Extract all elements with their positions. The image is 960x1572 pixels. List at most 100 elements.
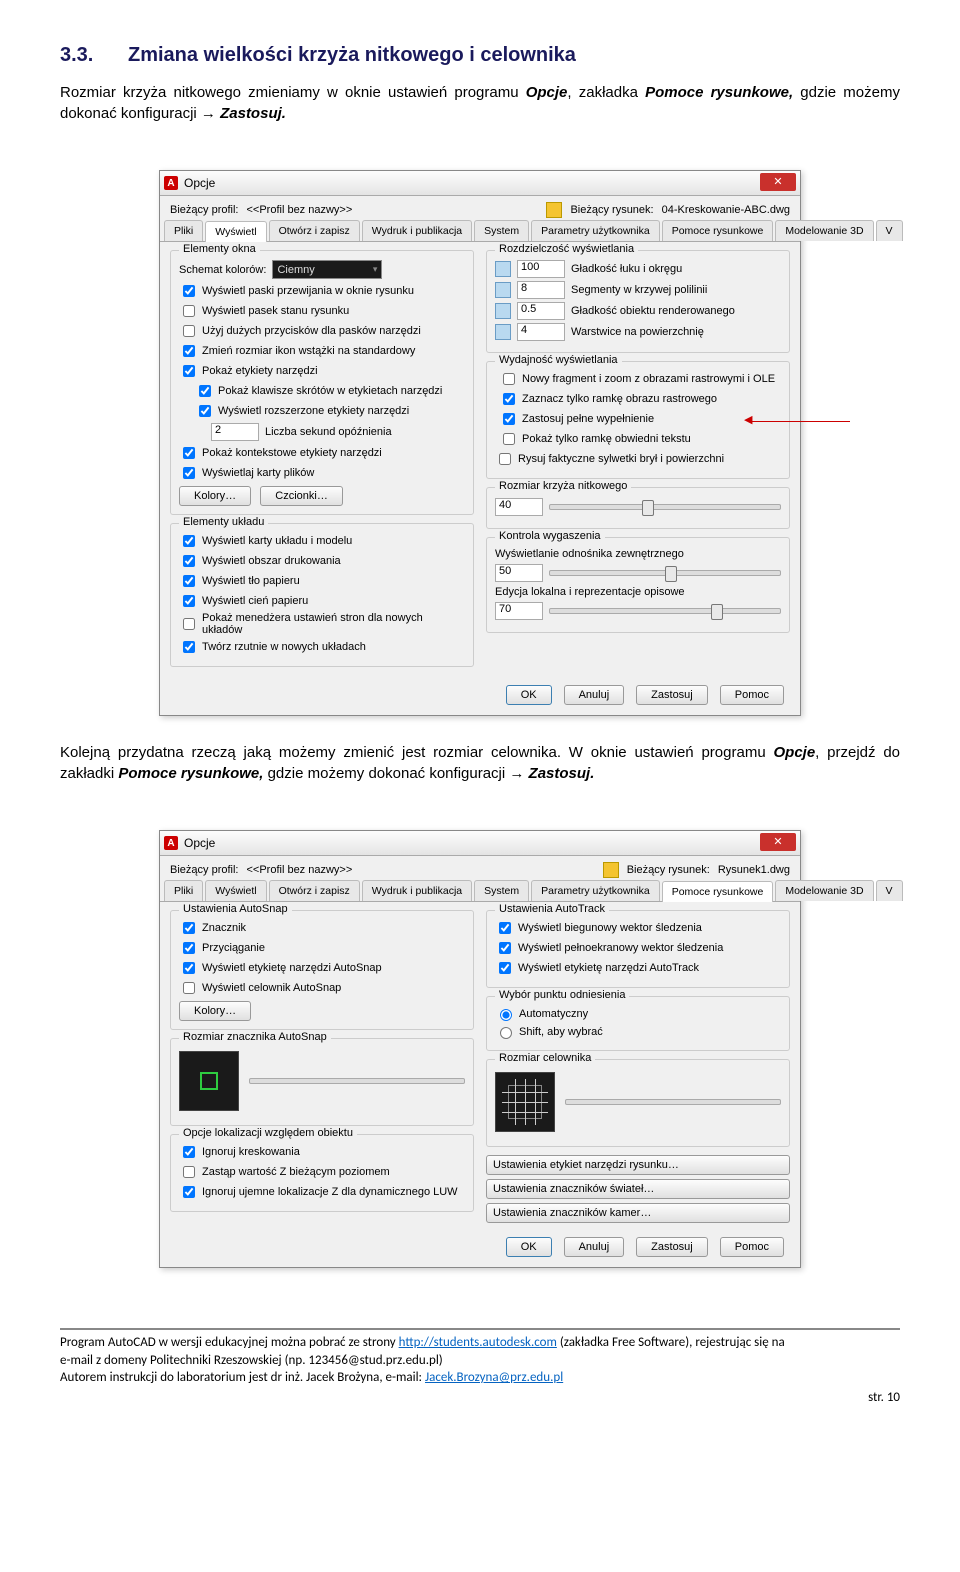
- radio-automatic[interactable]: [500, 1009, 512, 1021]
- chk-silhouettes[interactable]: [499, 453, 511, 465]
- group-resolution: Rozdzielczość wyświetlania 100Gładkość ł…: [486, 250, 790, 353]
- render-input[interactable]: 0.5: [517, 302, 565, 320]
- chk-ribbon-icons[interactable]: [183, 345, 195, 357]
- tab-3d[interactable]: Modelowanie 3D: [775, 220, 873, 241]
- annotation-arrow-icon: ◀: [750, 421, 850, 423]
- tab-drafting[interactable]: Pomoce rysunkowe: [662, 220, 774, 241]
- chk-file-tabs[interactable]: [183, 467, 195, 479]
- light-glyph-settings-button[interactable]: Ustawienia znaczników świateł…: [486, 1179, 790, 1199]
- tab-plot[interactable]: Wydruk i publikacja: [362, 880, 472, 901]
- close-icon[interactable]: ✕: [760, 173, 796, 191]
- contour-input[interactable]: 4: [517, 323, 565, 341]
- chk-shortcuts[interactable]: [199, 385, 211, 397]
- chk-ignore-negz[interactable]: [183, 1186, 195, 1198]
- help-button[interactable]: Pomoc: [720, 685, 784, 705]
- delay-input[interactable]: 2: [211, 423, 259, 441]
- chk-large-buttons[interactable]: [183, 325, 195, 337]
- colors-button[interactable]: Kolory…: [179, 1001, 251, 1021]
- polyline-input[interactable]: 8: [517, 281, 565, 299]
- group-crosshair-size: Rozmiar krzyża nitkowego 40: [486, 487, 790, 529]
- cancel-button[interactable]: Anuluj: [564, 685, 625, 705]
- inplace-fade-input[interactable]: 70: [495, 602, 543, 620]
- chk-as-aperture[interactable]: [183, 982, 195, 994]
- autosnap-size-slider[interactable]: [249, 1078, 465, 1084]
- chk-rollover[interactable]: [183, 447, 195, 459]
- group-aperture-size: Rozmiar celownika: [486, 1059, 790, 1147]
- chk-text-frame[interactable]: [503, 433, 515, 445]
- apply-button[interactable]: Zastosuj: [636, 685, 708, 705]
- help-button[interactable]: Pomoc: [720, 1237, 784, 1257]
- chk-as-tooltip[interactable]: [183, 962, 195, 974]
- chk-status[interactable]: [183, 305, 195, 317]
- tab-open-save[interactable]: Otwórz i zapisz: [269, 220, 360, 241]
- arc-smooth-input[interactable]: 100: [517, 260, 565, 278]
- chk-replace-z[interactable]: [183, 1166, 195, 1178]
- tab-3d[interactable]: Modelowanie 3D: [775, 880, 873, 901]
- fonts-button[interactable]: Czcionki…: [260, 486, 343, 506]
- tab-drafting[interactable]: Pomoce rysunkowe: [662, 881, 774, 902]
- tab-user[interactable]: Parametry użytkownika: [531, 880, 660, 901]
- colors-button[interactable]: Kolory…: [179, 486, 251, 506]
- tab-plot[interactable]: Wydruk i publikacja: [362, 220, 472, 241]
- footer-link-1[interactable]: http://students.autodesk.com: [399, 1335, 557, 1350]
- chk-marker[interactable]: [183, 922, 195, 934]
- chk-page-setup[interactable]: [183, 618, 195, 630]
- tab-display[interactable]: Wyświetl: [205, 221, 266, 242]
- chk-scrollbars[interactable]: [183, 285, 195, 297]
- crosshair-slider[interactable]: [549, 504, 781, 510]
- inplace-fade-slider[interactable]: [549, 608, 781, 614]
- chk-tooltips[interactable]: [183, 365, 195, 377]
- aperture-preview-icon: [495, 1072, 555, 1132]
- section-heading: 3.3.Zmiana wielkości krzyża nitkowego i …: [60, 44, 900, 67]
- res-icon: [495, 282, 511, 298]
- ok-button[interactable]: OK: [506, 685, 552, 705]
- app-icon: A: [164, 836, 178, 850]
- tab-system[interactable]: System: [474, 220, 529, 241]
- apply-button[interactable]: Zastosuj: [636, 1237, 708, 1257]
- chk-print-area[interactable]: [183, 555, 195, 567]
- dialog-title: Opcje: [184, 176, 215, 190]
- tab-more[interactable]: V: [876, 880, 903, 901]
- chk-paper-shadow[interactable]: [183, 595, 195, 607]
- xref-fade-slider[interactable]: [549, 570, 781, 576]
- chk-raster-frame[interactable]: [503, 393, 515, 405]
- page-footer: Program AutoCAD w wersji edukacyjnej moż…: [60, 1328, 900, 1406]
- chk-pan-zoom[interactable]: [503, 373, 515, 385]
- tab-system[interactable]: System: [474, 880, 529, 901]
- app-icon: A: [164, 176, 178, 190]
- chk-at-tooltip[interactable]: [499, 962, 511, 974]
- titlebar: A Opcje ✕: [160, 831, 800, 856]
- chk-ext-tooltips[interactable]: [199, 405, 211, 417]
- ok-button[interactable]: OK: [506, 1237, 552, 1257]
- camera-glyph-settings-button[interactable]: Ustawienia znaczników kamer…: [486, 1203, 790, 1223]
- tab-open-save[interactable]: Otwórz i zapisz: [269, 880, 360, 901]
- tab-display[interactable]: Wyświetl: [205, 880, 266, 901]
- page-number: str. 10: [60, 1389, 900, 1407]
- crosshair-input[interactable]: 40: [495, 498, 543, 516]
- chk-magnet[interactable]: [183, 942, 195, 954]
- color-scheme-select[interactable]: Ciemny▾: [272, 260, 382, 279]
- chk-solid-fill[interactable]: [503, 413, 515, 425]
- aperture-size-slider[interactable]: [565, 1099, 781, 1105]
- chk-polar-track[interactable]: [499, 922, 511, 934]
- chk-viewports[interactable]: [183, 641, 195, 653]
- chk-paper-bg[interactable]: [183, 575, 195, 587]
- xref-fade-input[interactable]: 50: [495, 564, 543, 582]
- chk-layout-tabs[interactable]: [183, 535, 195, 547]
- radio-shift[interactable]: [500, 1027, 512, 1039]
- group-window-elements: Elementy okna Schemat kolorów: Ciemny▾ W…: [170, 250, 474, 515]
- chk-ignore-hatch[interactable]: [183, 1146, 195, 1158]
- group-autosnap: Ustawienia AutoSnap Znacznik Przyciągani…: [170, 910, 474, 1030]
- tab-user[interactable]: Parametry użytkownika: [531, 220, 660, 241]
- tab-files[interactable]: Pliki: [164, 220, 203, 241]
- drafting-tooltip-settings-button[interactable]: Ustawienia etykiet narzędzi rysunku…: [486, 1155, 790, 1175]
- tab-files[interactable]: Pliki: [164, 880, 203, 901]
- group-autosnap-size: Rozmiar znacznika AutoSnap: [170, 1038, 474, 1126]
- tab-more[interactable]: V: [876, 220, 903, 241]
- footer-link-2[interactable]: Jacek.Brozyna@prz.edu.pl: [425, 1370, 563, 1385]
- info-bar: Bieżący profil: <<Profil bez nazwy>> Bie…: [160, 856, 800, 880]
- group-layout-elements: Elementy układu Wyświetl karty układu i …: [170, 523, 474, 667]
- cancel-button[interactable]: Anuluj: [564, 1237, 625, 1257]
- close-icon[interactable]: ✕: [760, 833, 796, 851]
- chk-full-track[interactable]: [499, 942, 511, 954]
